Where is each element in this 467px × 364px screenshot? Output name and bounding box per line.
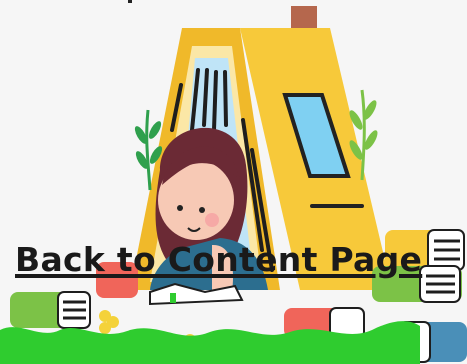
chimney: [291, 6, 317, 30]
top-speck: [128, 0, 132, 3]
back-to-content-link[interactable]: Back to Content Page: [15, 240, 422, 279]
reading-tent-illustration: [0, 0, 467, 364]
